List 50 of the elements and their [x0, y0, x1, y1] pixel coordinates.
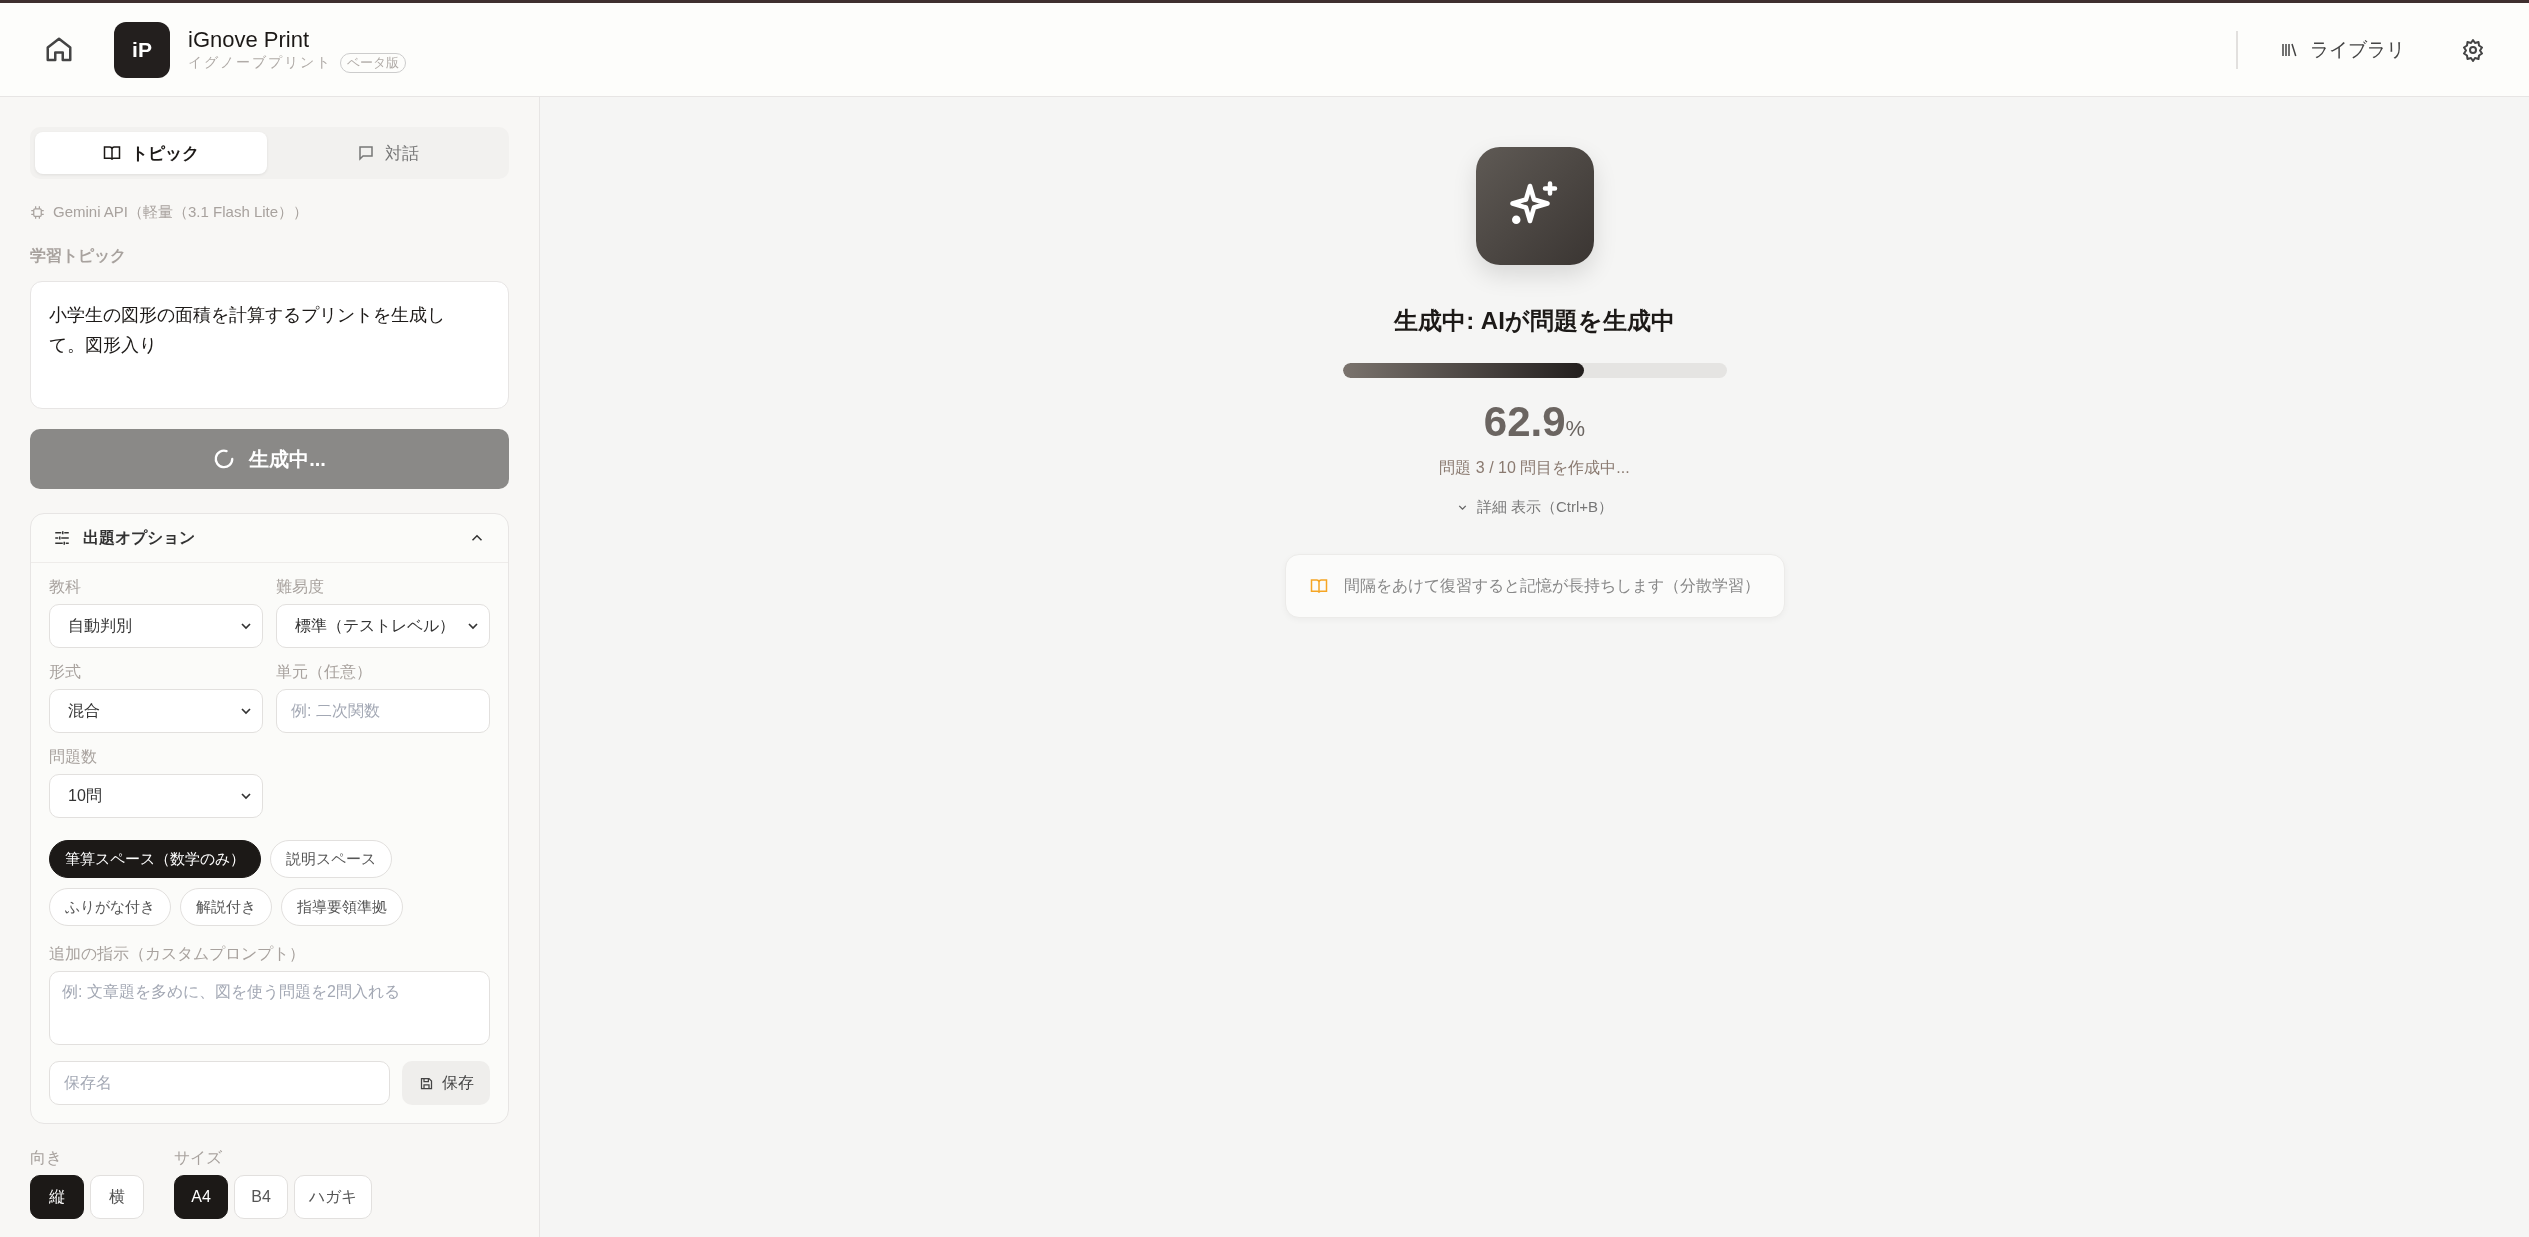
option-chip[interactable]: 指導要領準拠 — [281, 888, 403, 926]
size-label: サイズ — [174, 1148, 223, 1168]
topic-label: 学習トピック — [30, 246, 127, 266]
field-label: 単元（任意） — [276, 662, 373, 682]
app-subtitle: イグノーブプリント — [188, 53, 332, 72]
app-logo[interactable]: iP — [114, 21, 170, 78]
percent-unit: % — [1565, 416, 1586, 442]
progress-percent: 62.9 — [1483, 398, 1566, 446]
chip-icon — [30, 205, 45, 220]
dropdown[interactable]: 10問 — [49, 774, 263, 818]
progress-status: 問題 3 / 10 問目を作成中... — [1439, 458, 1630, 478]
input-field[interactable]: 例: 二次関数 — [276, 689, 490, 733]
save-button[interactable]: 保存 — [402, 1061, 490, 1105]
mode-tab[interactable]: トピック — [35, 132, 267, 174]
save-name-field[interactable]: 保存名 — [49, 1061, 390, 1105]
details-toggle[interactable]: 詳細 表示（Ctrl+B） — [1449, 497, 1620, 518]
size-toggle[interactable]: B4 — [234, 1175, 288, 1219]
size-toggle[interactable]: ハガキ — [294, 1175, 372, 1219]
field-label: 問題数 — [49, 747, 98, 767]
settings-icon[interactable] — [2461, 37, 2485, 62]
book-icon — [1309, 577, 1328, 595]
orientation-label: 向き — [30, 1148, 63, 1168]
tip-text: 間隔をあけて復習すると記憶が長持ちします（分散学習） — [1343, 575, 1760, 596]
size-toggle[interactable]: A4 — [174, 1175, 228, 1219]
dropdown[interactable]: 混合 — [49, 689, 263, 733]
option-chip[interactable]: 解説付き — [180, 888, 272, 926]
library-button[interactable]: ライブラリ — [2274, 35, 2411, 64]
mode-tab[interactable]: 対話 — [272, 132, 504, 174]
dropdown[interactable]: 自動判別 — [49, 604, 263, 648]
book-icon — [103, 144, 121, 162]
field-label: 追加の指示（カスタムプロンプト） — [49, 944, 306, 964]
field-label: 難易度 — [276, 577, 325, 597]
dropdown[interactable]: 標準（テストレベル） — [276, 604, 490, 648]
option-chip[interactable]: ふりがな付き — [49, 888, 171, 926]
field-label: 教科 — [49, 577, 82, 597]
option-chip[interactable]: 筆算スペース（数学のみ） — [49, 840, 261, 878]
prompt-field[interactable]: 例: 文章題を多めに、図を使う問題を2問入れる — [49, 971, 490, 1045]
spinner-icon — [213, 448, 236, 470]
orientation-toggle[interactable]: 縦 — [30, 1175, 84, 1219]
orientation-toggle[interactable]: 横 — [90, 1175, 144, 1219]
app-title: iGnove Print — [188, 26, 311, 53]
progress-title: 生成中: AIが問題を生成中 — [1394, 306, 1675, 336]
option-chip[interactable]: 説明スペース — [270, 840, 392, 878]
model-label: Gemini API（軽量（3.1 Flash Lite）） — [53, 203, 309, 222]
options-title: 出題オプション — [83, 527, 195, 548]
chat-icon — [357, 144, 375, 162]
sliders-icon — [53, 529, 71, 547]
topic-field[interactable]: 小学生の図形の面積を計算するプリントを生成して。図形入り — [30, 281, 509, 409]
field-label: 形式 — [49, 662, 82, 682]
save-icon — [418, 1075, 434, 1091]
